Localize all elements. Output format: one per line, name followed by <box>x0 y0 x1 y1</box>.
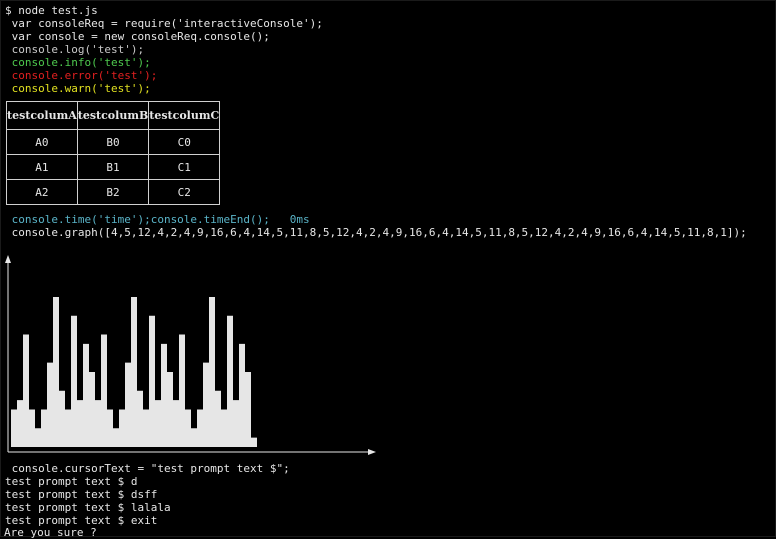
table-cell: B2 <box>76 179 150 205</box>
graph-bar <box>59 390 65 447</box>
graph-bar <box>161 343 167 447</box>
confirm-prompt[interactable]: Are you sure ? <box>4 526 97 539</box>
graph-bar <box>251 437 257 447</box>
graph-bar <box>113 428 119 447</box>
graph-bar <box>143 409 149 447</box>
code-line-log: console.log('test'); <box>5 43 145 56</box>
graph-bar <box>245 372 251 447</box>
code-line-info: console.info('test'); <box>5 56 151 69</box>
graph-bar <box>203 362 209 447</box>
graph-bar <box>101 334 107 447</box>
table-cell: C2 <box>148 179 221 205</box>
code-line-time: console.time('time');console.timeEnd(); … <box>5 213 310 226</box>
code-line-cursor: console.cursorText = "test prompt text $… <box>5 462 290 475</box>
graph-bar <box>71 315 77 447</box>
graph-bar <box>95 400 101 447</box>
table-header-cell: testcolumA <box>6 101 78 130</box>
table-cell: C0 <box>148 129 221 155</box>
code-line-graph: console.graph([4,5,12,4,2,4,9,16,6,4,14,… <box>5 226 747 239</box>
table-row: A0 B0 C0 <box>6 129 221 155</box>
command-line: $ node test.js <box>5 4 98 17</box>
graph-bar <box>131 297 137 447</box>
code-line-init: var console = new consoleReq.console(); <box>5 30 270 43</box>
graph-bar <box>149 315 155 447</box>
table-cell: A0 <box>6 129 78 155</box>
graph-bar <box>107 409 113 447</box>
code-line-require: var consoleReq = require('interactiveCon… <box>5 17 323 30</box>
table-cell: C1 <box>148 154 221 180</box>
prompt-line: test prompt text $ lalala <box>5 501 171 514</box>
graph-bar <box>47 362 53 447</box>
graph-bar <box>29 409 35 447</box>
x-axis-arrow-icon <box>368 449 376 455</box>
graph-bar <box>17 400 23 447</box>
prompt-line: test prompt text $ dsff <box>5 488 158 501</box>
code-line-error: console.error('test'); <box>5 69 158 82</box>
graph-bar <box>167 372 173 447</box>
graph-bar <box>35 428 41 447</box>
code-line-warn: console.warn('test'); <box>5 82 151 95</box>
graph-bar <box>221 409 227 447</box>
table-header-row: testcolumA testcolumB testcolumC <box>6 101 221 130</box>
table-cell: B1 <box>76 154 150 180</box>
prompt-line: test prompt text $ d <box>5 475 138 488</box>
bar-graph <box>5 255 376 455</box>
graph-bar <box>119 409 125 447</box>
y-axis-arrow-icon <box>5 255 11 263</box>
graph-bar <box>197 409 203 447</box>
table-header-cell: testcolumB <box>76 101 150 130</box>
graph-bar <box>239 343 245 447</box>
graph-bar <box>155 400 161 447</box>
graph-bar <box>209 297 215 447</box>
graph-bar <box>173 400 179 447</box>
graph-bar <box>11 409 17 447</box>
graph-bar <box>125 362 131 447</box>
graph-bar <box>53 297 59 447</box>
graph-bar <box>227 315 233 447</box>
graph-bar <box>77 400 83 447</box>
graph-bar <box>137 390 143 447</box>
table-row: A1 B1 C1 <box>6 154 221 180</box>
graph-bar <box>185 409 191 447</box>
graph-bar <box>65 409 71 447</box>
graph-bar <box>215 390 221 447</box>
graph-bar <box>83 343 89 447</box>
table-cell: B0 <box>76 129 150 155</box>
graph-bar <box>233 400 239 447</box>
graph-bar <box>89 372 95 447</box>
table-cell: A1 <box>6 154 78 180</box>
table-row: A2 B2 C2 <box>6 179 221 205</box>
graph-bar <box>191 428 197 447</box>
graph-bar <box>23 334 29 447</box>
graph-bar <box>179 334 185 447</box>
terminal-window[interactable]: $ node test.js var consoleReq = require(… <box>0 0 776 539</box>
table-cell: A2 <box>6 179 78 205</box>
graph-bar <box>41 409 47 447</box>
console-table: testcolumA testcolumB testcolumC A0 B0 C… <box>6 101 221 205</box>
table-header-cell: testcolumC <box>148 101 221 130</box>
